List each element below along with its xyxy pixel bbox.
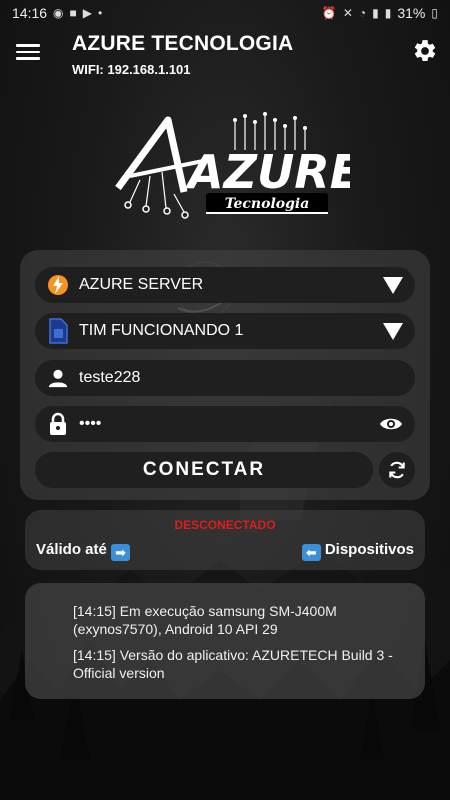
refresh-icon — [389, 461, 405, 479]
signal-icon: ▮ — [384, 6, 392, 20]
lightning-icon — [48, 275, 68, 295]
gear-icon[interactable] — [412, 38, 438, 64]
mute-icon: ✕ — [342, 6, 353, 20]
battery-icon: ▯ — [431, 6, 438, 20]
username-value: teste228 — [79, 369, 141, 386]
log-entry: [14:15] Versão do aplicativo: AZURETECH … — [73, 647, 393, 681]
wifi-icon: ◔ — [358, 6, 367, 20]
app-title: AZURE TECNOLOGIA — [72, 32, 294, 55]
logo-subtext: Tecnologia — [225, 196, 310, 212]
wifi-address: WIFI: 192.168.1.101 — [72, 62, 191, 77]
server-select[interactable]: AZURE SERVER — [35, 267, 415, 303]
dropdown-arrow-icon — [383, 322, 403, 340]
video-icon: ▶ — [82, 6, 93, 20]
devices-label: Dispositivos — [324, 541, 414, 558]
gallery-icon: ■ — [69, 6, 77, 20]
dot-icon: • — [98, 6, 103, 20]
left-arrow-icon: ⬅ — [301, 544, 321, 561]
logo-text: AZURE — [185, 145, 350, 199]
status-bar: 14:16 ◉ ■ ▶ • ⏰ ✕ ◔ ▮ ▮ 31% ▯ — [0, 0, 450, 26]
server-name: AZURE SERVER — [79, 276, 204, 293]
user-icon — [48, 369, 68, 388]
right-arrow-icon: ➡ — [111, 544, 131, 561]
valid-until-label: Válido até — [36, 541, 107, 558]
dropdown-arrow-icon — [383, 276, 403, 294]
battery-percent: 31% — [397, 5, 426, 21]
clock: 14:16 — [12, 5, 48, 21]
network-name: TIM FUNCIONANDO 1 — [79, 322, 244, 339]
sim-card-icon — [49, 318, 68, 344]
valid-until: Válido até ➡ — [36, 541, 131, 561]
eye-icon[interactable] — [379, 415, 403, 433]
signal-icon: ▮ — [372, 6, 379, 20]
connect-button[interactable]: CONECTAR — [35, 452, 373, 488]
alarm-icon: ⏰ — [321, 6, 337, 20]
password-value: •••• — [79, 415, 102, 432]
lock-icon — [50, 412, 66, 435]
refresh-button[interactable] — [379, 452, 415, 488]
whatsapp-icon: ◉ — [53, 6, 64, 20]
devices: ⬅ Dispositivos — [301, 541, 414, 561]
menu-icon[interactable] — [16, 41, 40, 63]
app-bar: AZURE TECNOLOGIA WIFI: 192.168.1.101 — [0, 26, 450, 84]
connection-status: DESCONECTADO — [174, 518, 276, 532]
username-field[interactable]: teste228 — [35, 360, 415, 396]
network-select[interactable]: TIM FUNCIONANDO 1 — [35, 313, 415, 349]
azure-logo: AZURE Tecnologia — [115, 112, 350, 219]
log-entry: [14:15] Em execução samsung SM-J400M (ex… — [73, 603, 337, 637]
password-field[interactable]: •••• — [35, 406, 415, 442]
